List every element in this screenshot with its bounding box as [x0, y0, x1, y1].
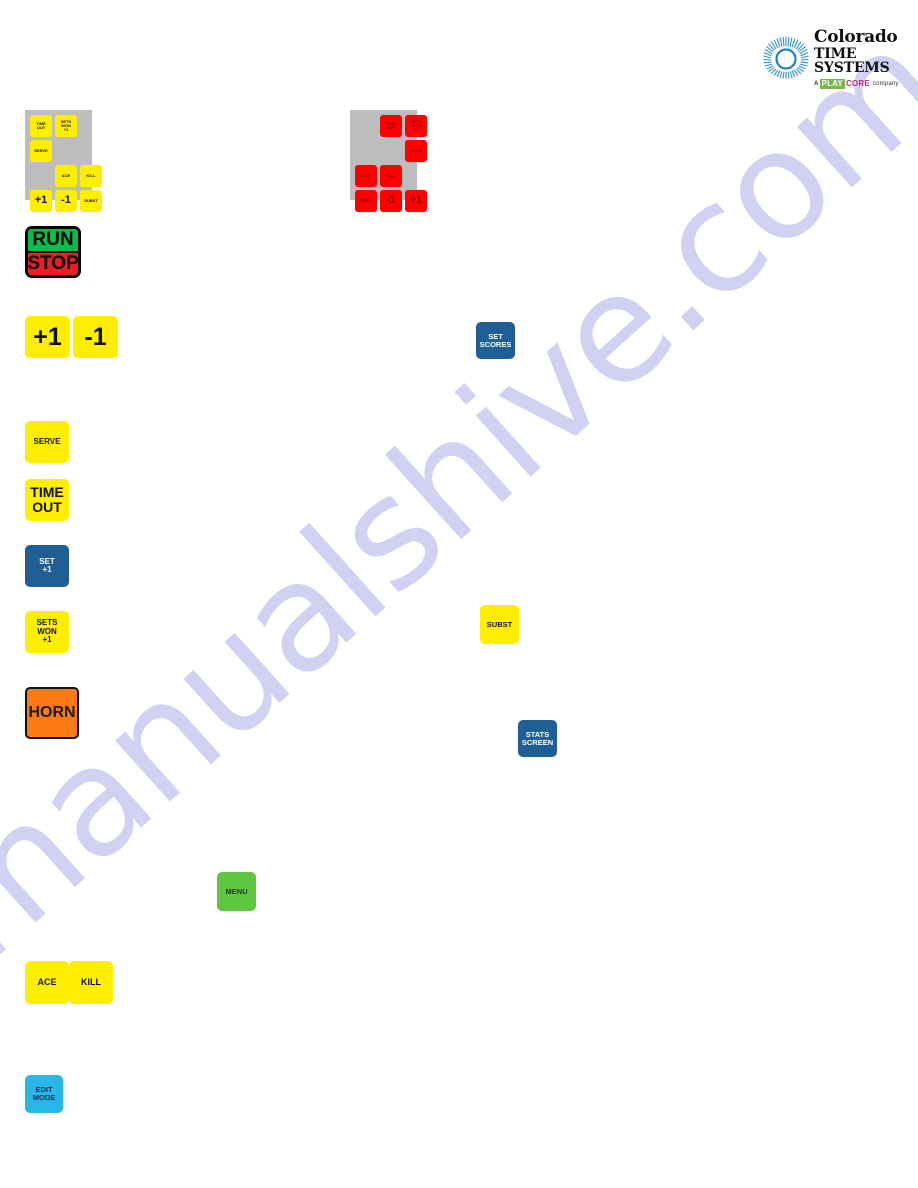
guest-team-red-keypad[interactable]: TIME OUT SETS WON +1 SERVE ACE KILL SUBST -1 +1 [350, 110, 427, 212]
tagline-play: PLAY [819, 79, 845, 89]
time-out-button[interactable]: TIME OUT [25, 479, 69, 521]
guest-key-subst[interactable]: SUBST [355, 190, 377, 212]
colorado-time-systems-logo: Colorado TIME SYSTEMS A PLAY CORE compan… [762, 29, 906, 89]
guest-key-kill[interactable]: KILL [380, 165, 402, 187]
tagline-a: A [814, 81, 819, 87]
subst-button[interactable]: SUBST [480, 605, 519, 644]
plus-one-button[interactable]: +1 [25, 316, 70, 358]
guest-key-minus-one[interactable]: -1 [380, 190, 402, 212]
home-key-ace[interactable]: ACE [55, 165, 77, 187]
logo-name-line1: Colorado [814, 27, 898, 47]
kill-button[interactable]: KILL [69, 961, 113, 1004]
guest-key-ace[interactable]: ACE [355, 165, 377, 187]
stop-button[interactable]: STOP [28, 251, 78, 275]
minus-one-button[interactable]: -1 [73, 316, 118, 358]
set-scores-button[interactable]: SET SCORES [476, 322, 515, 359]
guest-key-time-out[interactable]: TIME OUT [380, 115, 402, 137]
logo-name-line2: TIME SYSTEMS [814, 46, 890, 76]
guest-key-sets-won[interactable]: SETS WON +1 [405, 115, 427, 137]
logo-wordmark: Colorado TIME SYSTEMS A PLAY CORE compan… [814, 29, 906, 89]
watermark-text: manualshive.com [0, 0, 918, 994]
sets-won-plus-one-button[interactable]: SETS WON +1 [25, 611, 69, 653]
home-team-yellow-keypad[interactable]: TIME OUT SETS WON +1 SERVE ACE KILL +1 -1 SUBST [25, 110, 102, 212]
home-key-subst[interactable]: SUBST [80, 190, 102, 212]
tagline-company: company [872, 81, 899, 87]
run-button[interactable]: RUN [28, 229, 78, 251]
radial-burst-logo-icon [762, 35, 810, 83]
ace-button[interactable]: ACE [25, 961, 69, 1004]
logo-tagline: A PLAY CORE company [814, 79, 906, 89]
tagline-core: CORE [845, 79, 870, 88]
home-key-kill[interactable]: KILL [80, 165, 102, 187]
run-stop-button[interactable]: RUN STOP [25, 226, 81, 278]
horn-button[interactable]: HORN [25, 687, 79, 739]
stats-screen-button[interactable]: STATS SCREEN [518, 720, 557, 757]
set-plus-one-button[interactable]: SET +1 [25, 545, 69, 587]
guest-key-serve[interactable]: SERVE [405, 140, 427, 162]
home-key-time-out[interactable]: TIME OUT [30, 115, 52, 137]
edit-mode-button[interactable]: EDIT MODE [25, 1075, 63, 1113]
serve-button[interactable]: SERVE [25, 421, 69, 463]
home-key-serve[interactable]: SERVE [30, 140, 52, 162]
page-watermark: manualshive.com [0, 0, 918, 1188]
home-key-plus-one[interactable]: +1 [30, 190, 52, 212]
menu-button[interactable]: MENU [217, 872, 256, 911]
guest-key-plus-one[interactable]: +1 [405, 190, 427, 212]
home-key-minus-one[interactable]: -1 [55, 190, 77, 212]
home-key-sets-won[interactable]: SETS WON +1 [55, 115, 77, 137]
